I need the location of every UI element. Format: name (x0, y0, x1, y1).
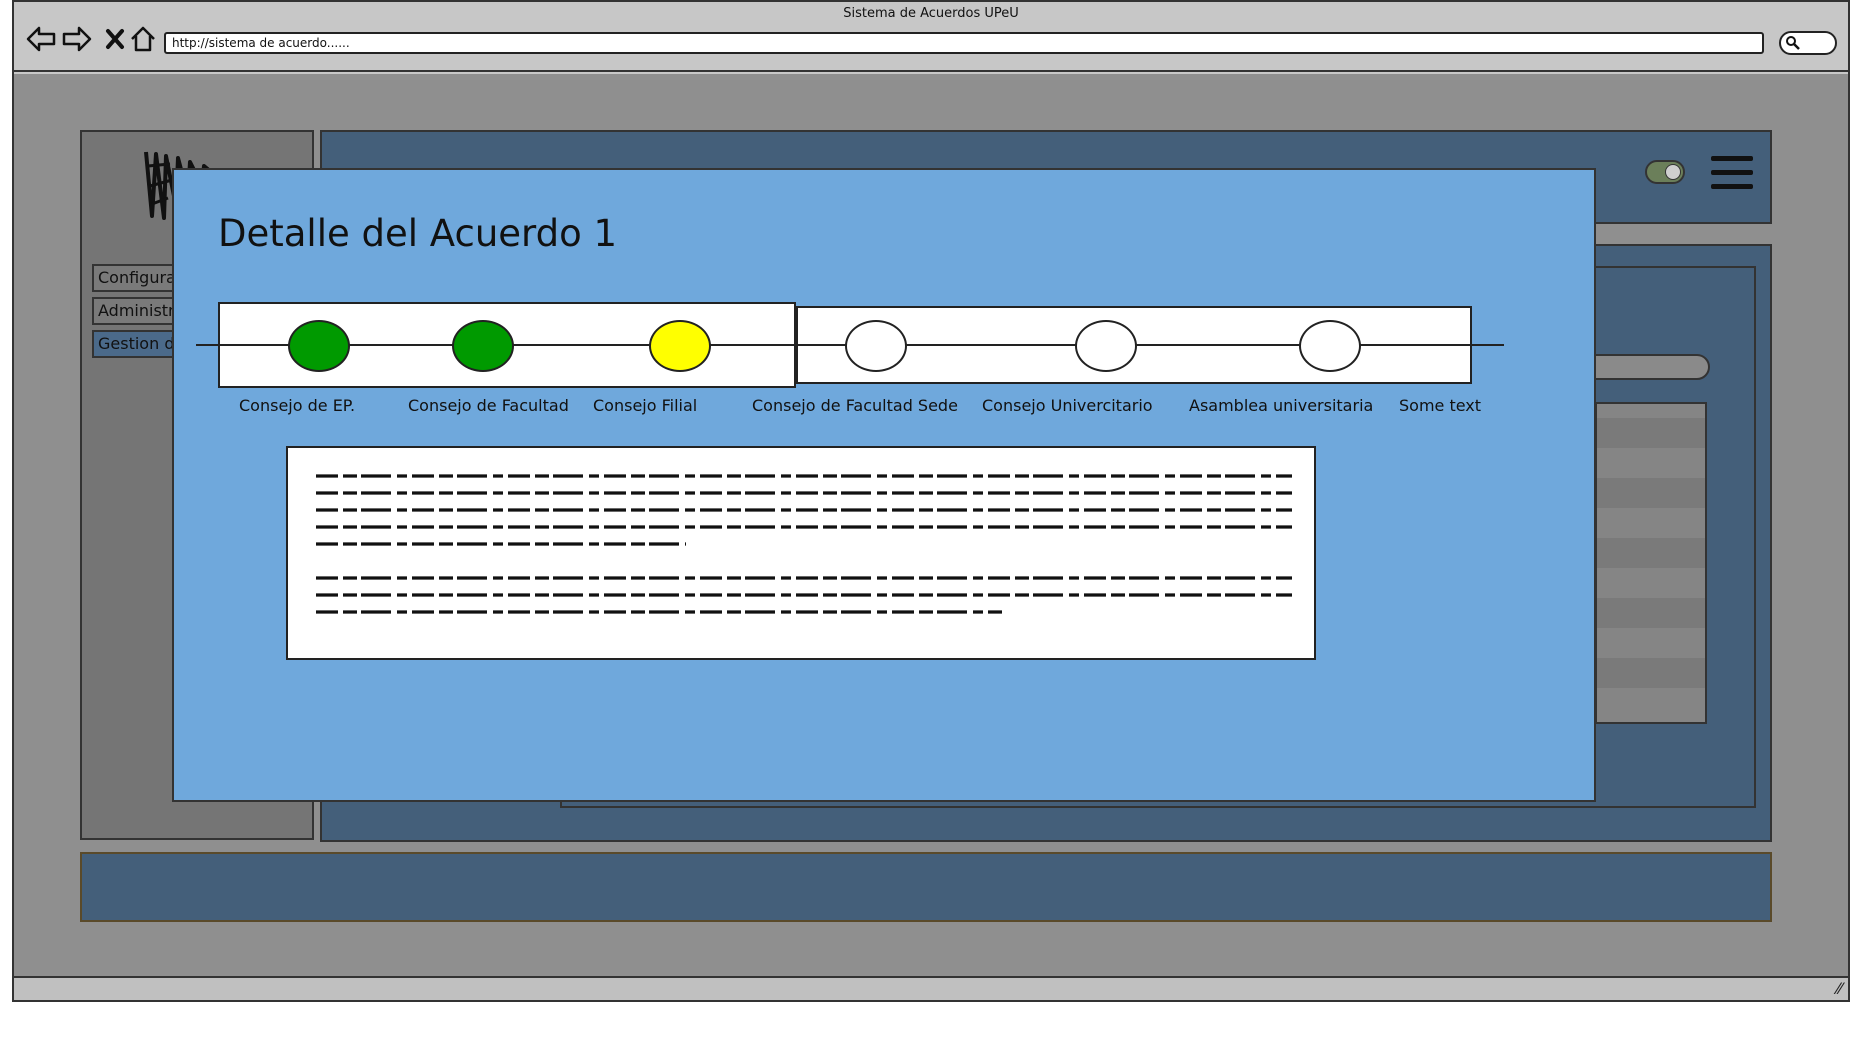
agreement-description (286, 446, 1316, 660)
step-label: Some text (1399, 396, 1482, 415)
hamburger-menu-icon[interactable] (1711, 156, 1753, 194)
modal-title: Detalle del Acuerdo 1 (218, 212, 618, 255)
step-label: Asamblea universitaria (1189, 396, 1374, 415)
step-circle-consejo-facultad-sede[interactable] (845, 320, 907, 372)
placeholder-text-scribble (316, 474, 1292, 614)
arrow-right-icon[interactable] (60, 22, 94, 56)
step-label: Consejo Filial (593, 396, 698, 415)
arrow-left-icon[interactable] (24, 22, 58, 56)
list-item (1597, 598, 1705, 628)
toggle-knob (1665, 164, 1681, 180)
sidebar-item-label: Gestion de Acuerdos (98, 334, 180, 353)
url-input[interactable]: http://sistema de acuerdo...... (164, 32, 1764, 54)
theme-toggle[interactable] (1645, 160, 1685, 184)
step-label: Consejo de Facultad Sede (752, 396, 958, 415)
window-title: Sistema de Acuerdos UPeU (843, 6, 1019, 21)
resize-grip-icon[interactable]: ⁄⁄ (1837, 979, 1842, 998)
list-item (1597, 478, 1705, 508)
search-icon (1785, 35, 1801, 55)
data-list (1595, 402, 1707, 724)
filter-input[interactable] (1580, 354, 1710, 380)
step-circle-consejo-filial[interactable] (649, 320, 711, 372)
sidebar-item-administracion[interactable]: Administracion (92, 297, 182, 325)
home-icon[interactable] (126, 22, 160, 56)
app-footer (80, 852, 1772, 922)
sidebar-item-label: Administracion (98, 301, 180, 320)
sidebar-item-gestion[interactable]: Gestion de Acuerdos (92, 330, 182, 358)
browser-toolbar: Sistema de Acuerdos UPeU http://sistema … (14, 2, 1848, 72)
step-circle-consejo-ep[interactable] (288, 320, 350, 372)
list-item (1597, 658, 1705, 688)
sidebar-item-configuraciones[interactable]: Configuraciones (92, 264, 182, 292)
step-circle-asamblea-universitaria[interactable] (1299, 320, 1361, 372)
sidebar-item-label: Configuraciones (98, 268, 180, 287)
list-item (1597, 538, 1705, 568)
step-label: Consejo Univercitario (982, 396, 1153, 415)
list-item (1597, 418, 1705, 448)
browser-status-bar: ⁄⁄ (14, 976, 1848, 1000)
step-label: Consejo de EP. (239, 396, 356, 415)
browser-search-field[interactable] (1779, 31, 1837, 55)
step-label: Consejo de Facultad (408, 396, 569, 415)
step-circle-consejo-universitario[interactable] (1075, 320, 1137, 372)
step-circle-consejo-facultad[interactable] (452, 320, 514, 372)
